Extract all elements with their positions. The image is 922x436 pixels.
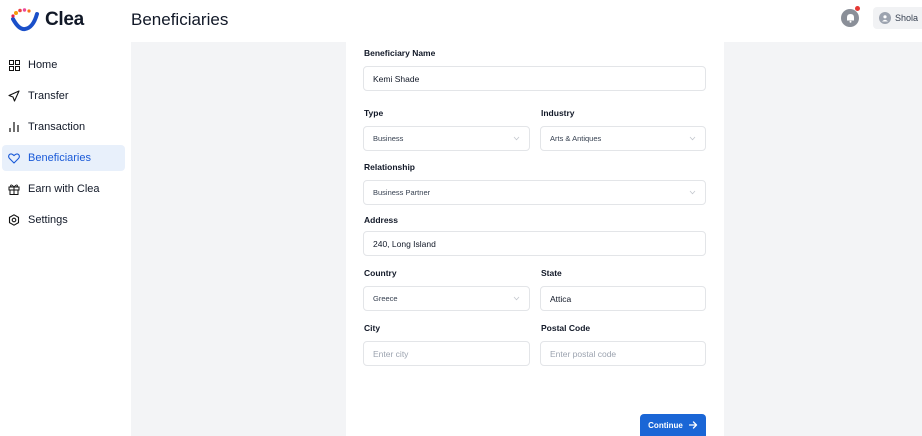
gift-icon <box>8 183 20 195</box>
user-name: Shola <box>895 13 919 23</box>
beneficiary-name-input[interactable]: Kemi Shade <box>363 66 706 91</box>
industry-value: Arts & Antiques <box>550 134 602 143</box>
address-input[interactable]: 240, Long Island <box>363 231 706 256</box>
industry-label: Industry <box>541 108 575 118</box>
app-logo[interactable]: Clea <box>10 8 84 32</box>
city-input[interactable]: Enter city <box>363 341 530 366</box>
type-label: Type <box>364 108 384 118</box>
user-avatar-icon <box>879 12 891 24</box>
country-label: Country <box>364 268 397 278</box>
industry-select[interactable]: Arts & Antiques <box>540 126 706 151</box>
sidebar-item-earn-with-clea[interactable]: Earn with Clea <box>2 176 125 202</box>
postal-code-input[interactable]: Enter postal code <box>540 341 706 366</box>
chevron-down-icon <box>513 136 520 141</box>
grid-icon <box>8 59 20 71</box>
gear-icon <box>8 214 20 226</box>
city-label: City <box>364 323 381 333</box>
chevron-down-icon <box>513 296 520 301</box>
sidebar-item-transfer[interactable]: Transfer <box>2 83 125 109</box>
sidebar-item-label: Earn with Clea <box>28 183 100 195</box>
notification-dot <box>855 6 860 11</box>
arrow-right-icon <box>688 421 697 429</box>
country-select[interactable]: Greece <box>363 286 530 311</box>
bell-icon <box>846 14 854 23</box>
type-select[interactable]: Business <box>363 126 530 151</box>
country-value: Greece <box>373 294 398 303</box>
state-label: State <box>541 268 562 278</box>
sidebar-item-home[interactable]: Home <box>2 52 125 78</box>
address-label: Address <box>364 215 399 225</box>
sidebar-item-label: Settings <box>28 214 68 226</box>
sidebar-item-beneficiaries[interactable]: Beneficiaries <box>2 145 125 171</box>
sidebar-item-label: Transaction <box>28 121 86 133</box>
sidebar-item-transaction[interactable]: Transaction <box>2 114 125 140</box>
relationship-select[interactable]: Business Partner <box>363 180 706 205</box>
clea-logo-icon <box>11 8 39 32</box>
continue-button[interactable]: Continue <box>640 414 706 436</box>
continue-label: Continue <box>648 420 683 430</box>
city-placeholder: Enter city <box>373 348 409 359</box>
state-input[interactable]: Attica <box>540 286 706 311</box>
chevron-down-icon <box>689 190 696 195</box>
type-value: Business <box>373 134 404 143</box>
relationship-label: Relationship <box>364 162 416 172</box>
beneficiary-name-value: Kemi Shade <box>373 73 420 84</box>
relationship-value: Business Partner <box>373 188 431 197</box>
send-icon <box>8 90 20 102</box>
postal-code-label: Postal Code <box>541 323 591 333</box>
sidebar-item-settings[interactable]: Settings <box>2 207 125 233</box>
sidebar: Clea Home Transfer Transaction Beneficia… <box>0 0 131 436</box>
notification-button[interactable] <box>841 9 859 27</box>
chevron-down-icon <box>689 136 696 141</box>
sidebar-item-label: Transfer <box>28 90 69 102</box>
sidebar-item-label: Beneficiaries <box>28 152 91 164</box>
beneficiary-name-label: Beneficiary Name <box>364 48 436 58</box>
page-title: Beneficiaries <box>131 10 229 29</box>
state-value: Attica <box>550 293 572 304</box>
sidebar-item-label: Home <box>28 59 58 71</box>
app-name: Clea <box>45 9 84 30</box>
address-value: 240, Long Island <box>373 238 436 249</box>
postal-code-placeholder: Enter postal code <box>550 348 617 359</box>
sidebar-nav: Home Transfer Transaction Beneficiaries … <box>0 52 131 238</box>
user-menu[interactable]: Shola <box>873 7 922 29</box>
bar-chart-icon <box>8 121 20 133</box>
heart-icon <box>8 152 20 164</box>
